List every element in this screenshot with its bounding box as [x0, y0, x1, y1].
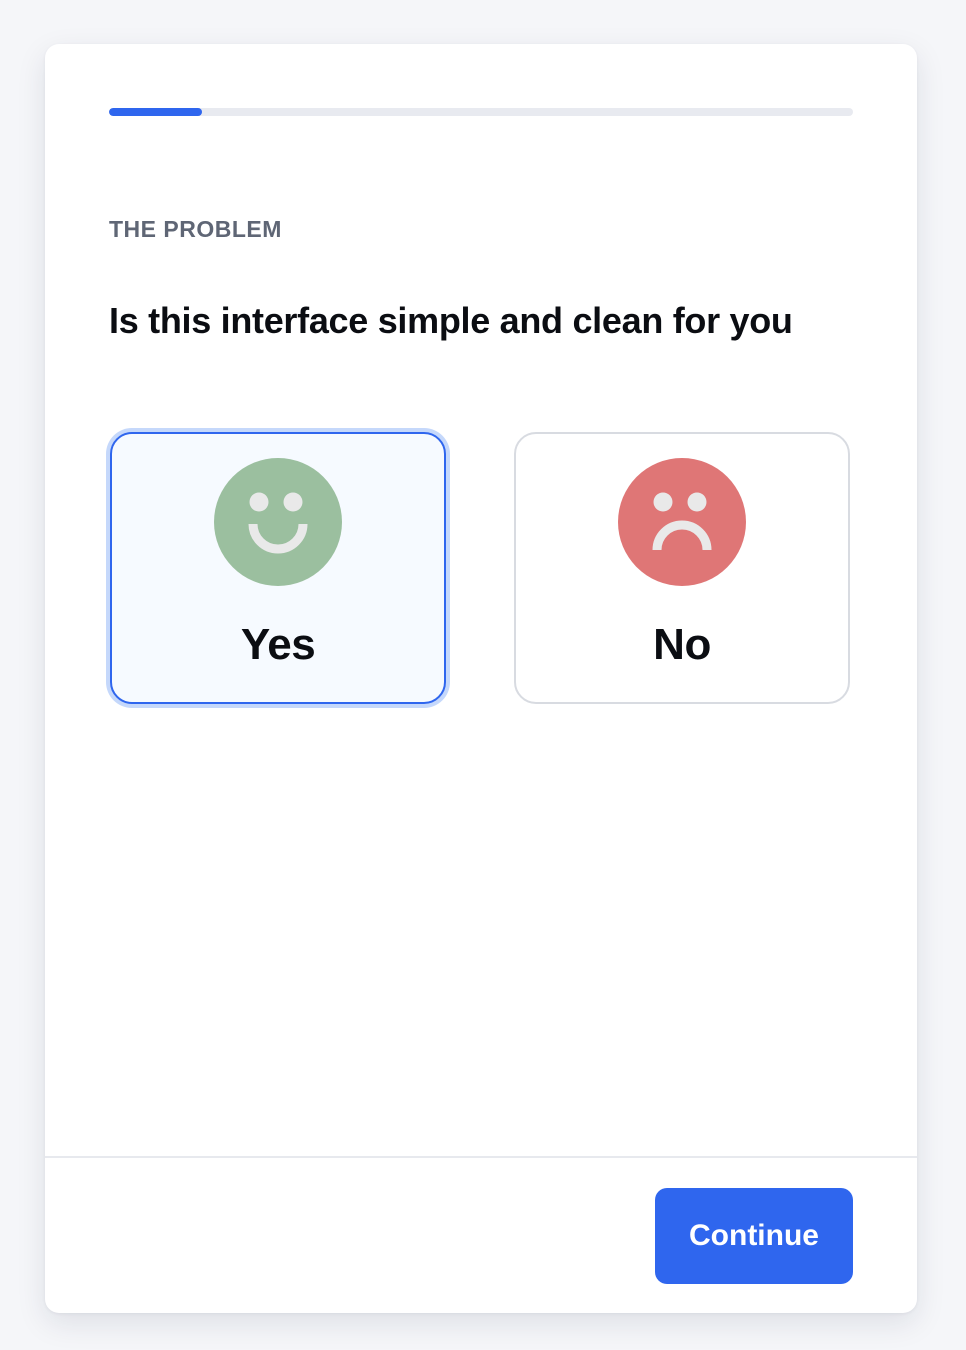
footer-divider: [45, 1156, 917, 1158]
smiley-face-icon: [214, 458, 342, 586]
option-no-label: No: [653, 620, 711, 669]
option-yes-card[interactable]: Yes: [110, 432, 446, 704]
section-label: THE PROBLEM: [109, 216, 282, 242]
option-no-card[interactable]: No: [514, 432, 850, 704]
survey-card: THE PROBLEM Is this interface simple and…: [45, 44, 917, 1313]
continue-button[interactable]: Continue: [655, 1188, 853, 1284]
option-yes-label: Yes: [240, 620, 316, 669]
progress-bar: [109, 108, 853, 116]
progress-fill: [109, 108, 202, 116]
question-title: Is this interface simple and clean for y…: [109, 300, 793, 341]
sad-face-icon: [618, 458, 746, 586]
